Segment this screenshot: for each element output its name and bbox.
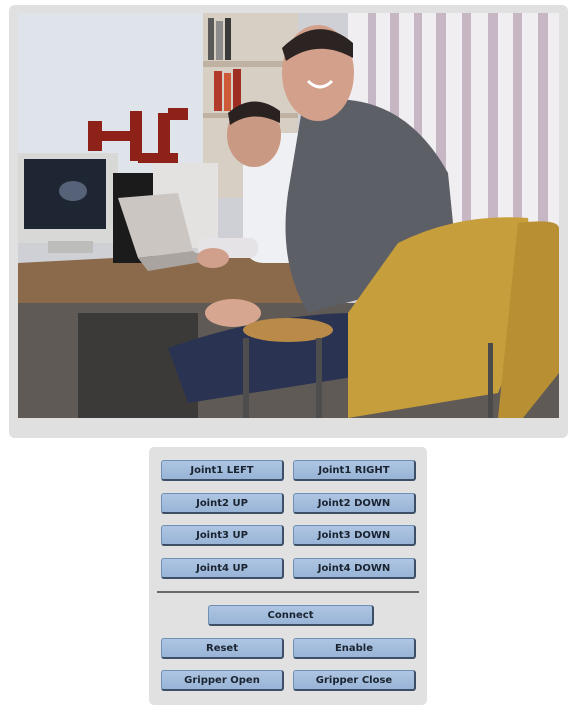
joint2-down-button[interactable]: Joint2 DOWN: [293, 493, 416, 514]
enable-button[interactable]: Enable: [293, 638, 416, 659]
section-divider: [157, 591, 419, 593]
gripper-open-button[interactable]: Gripper Open: [161, 670, 284, 691]
joint3-down-button[interactable]: Joint3 DOWN: [293, 525, 416, 546]
reset-button[interactable]: Reset: [161, 638, 284, 659]
joint3-up-button[interactable]: Joint3 UP: [161, 525, 284, 546]
joint2-up-button[interactable]: Joint2 UP: [161, 493, 284, 514]
camera-feed-image: [18, 13, 559, 418]
camera-panel: [9, 5, 568, 438]
joint1-left-button[interactable]: Joint1 LEFT: [161, 460, 284, 481]
connect-button[interactable]: Connect: [208, 605, 374, 626]
joint4-down-button[interactable]: Joint4 DOWN: [293, 558, 416, 579]
joint4-up-button[interactable]: Joint4 UP: [161, 558, 284, 579]
gripper-close-button[interactable]: Gripper Close: [293, 670, 416, 691]
joint1-right-button[interactable]: Joint1 RIGHT: [293, 460, 416, 481]
robot-control-panel: Joint1 LEFT Joint1 RIGHT Joint2 UP Joint…: [149, 447, 427, 705]
